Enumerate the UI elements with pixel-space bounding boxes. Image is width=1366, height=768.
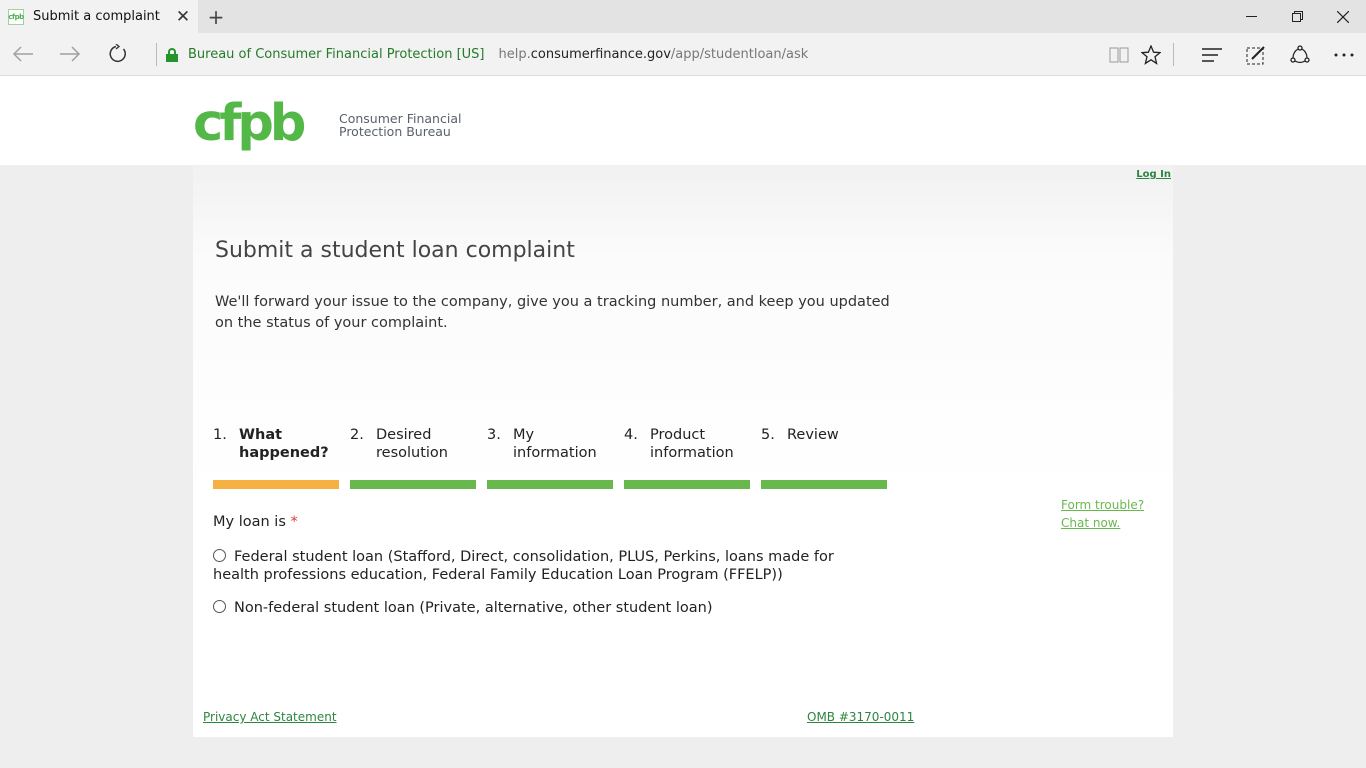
non-federal-loan-option[interactable]: Non-federal student loan (Private, alter… — [213, 599, 873, 617]
org-name-line2: Protection Bureau — [339, 124, 451, 139]
url-prefix: help. — [498, 47, 531, 62]
tab-title: Submit a complaint — [33, 9, 160, 24]
federal-loan-label: Federal student loan (Stafford, Direct, … — [213, 549, 834, 583]
tab-bar: cfpb Submit a complaint ✕ + — [0, 0, 1366, 33]
step-progress-bar — [761, 480, 887, 489]
back-icon[interactable] — [7, 38, 39, 70]
step-label: What — [239, 427, 283, 443]
more-icon[interactable] — [1324, 33, 1364, 76]
favicon-icon: cfpb — [8, 8, 24, 25]
page-title: Submit a student loan complaint — [215, 238, 575, 263]
address-bar[interactable]: Bureau of Consumer Financial Protection … — [166, 33, 808, 76]
help-links: Form trouble? Chat now. — [1061, 496, 1144, 532]
restore-icon[interactable] — [1274, 0, 1320, 33]
form-trouble-link[interactable]: Form trouble? — [1061, 496, 1144, 514]
refresh-icon[interactable] — [102, 38, 134, 70]
federal-loan-option[interactable]: Federal student loan (Stafford, Direct, … — [213, 548, 873, 584]
site-identity: Bureau of Consumer Financial Protection … — [188, 47, 485, 62]
step-label: Review — [787, 427, 839, 443]
hub-icon[interactable] — [1192, 33, 1232, 76]
login-link[interactable]: Log In — [1136, 169, 1171, 180]
navigation-bar: Bureau of Consumer Financial Protection … — [0, 33, 1366, 76]
close-window-icon[interactable] — [1320, 0, 1366, 33]
minimize-icon[interactable] — [1228, 0, 1274, 33]
web-note-icon[interactable] — [1236, 33, 1276, 76]
step-product-information[interactable]: 4. Product information — [624, 426, 761, 489]
step-label: information — [650, 445, 734, 461]
new-tab-icon[interactable]: + — [201, 0, 231, 33]
complaint-form-panel: Log In Submit a student loan complaint W… — [193, 165, 1173, 737]
favorite-star-icon[interactable] — [1131, 33, 1171, 76]
step-label: information — [513, 445, 597, 461]
step-label: resolution — [376, 445, 448, 461]
logo-wordmark: cfpb — [193, 94, 305, 153]
privacy-act-link[interactable]: Privacy Act Statement — [203, 710, 337, 724]
progress-steps: 1. What happened? 2. Desired resolution 3.… — [213, 426, 898, 489]
step-label: Desired — [376, 427, 432, 443]
step-progress-bar — [213, 480, 339, 489]
step-what-happened[interactable]: 1. What happened? — [213, 426, 350, 489]
site-header: cfpb Consumer Financial Protection Burea… — [0, 76, 1366, 165]
step-progress-bar — [487, 480, 613, 489]
step-label: happened? — [239, 445, 329, 461]
step-number: 1. — [213, 427, 227, 443]
non-federal-loan-label: Non-federal student loan (Private, alter… — [234, 600, 713, 616]
url-path: /app/studentloan/ask — [670, 47, 809, 62]
step-review[interactable]: 5. Review — [761, 426, 898, 489]
loan-type-label: My loan is * — [213, 514, 298, 530]
federal-loan-radio[interactable] — [213, 549, 226, 562]
org-name: Consumer Financial Protection Bureau — [339, 112, 461, 138]
url-domain: consumerfinance.gov — [530, 47, 671, 62]
cfpb-logo[interactable]: cfpb — [193, 94, 328, 154]
non-federal-loan-radio[interactable] — [213, 600, 226, 613]
step-desired-resolution[interactable]: 2. Desired resolution — [350, 426, 487, 489]
step-number: 3. — [487, 427, 501, 443]
step-number: 2. — [350, 427, 364, 443]
step-number: 4. — [624, 427, 638, 443]
loan-type-label-text: My loan is — [213, 514, 286, 530]
forward-icon[interactable] — [54, 38, 86, 70]
omb-number-link[interactable]: OMB #3170-0011 — [807, 710, 914, 724]
lock-icon — [166, 47, 178, 62]
browser-tab[interactable]: cfpb Submit a complaint ✕ — [0, 0, 198, 33]
step-number: 5. — [761, 427, 775, 443]
close-tab-icon[interactable]: ✕ — [168, 7, 198, 27]
intro-text: We'll forward your issue to the company,… — [215, 294, 890, 331]
step-progress-bar — [350, 480, 476, 489]
required-marker: * — [290, 514, 298, 530]
step-progress-bar — [624, 480, 750, 489]
step-my-information[interactable]: 3. My information — [487, 426, 624, 489]
chat-now-link[interactable]: Chat now. — [1061, 514, 1144, 532]
step-label: Product — [650, 427, 706, 443]
step-label: My — [513, 427, 535, 443]
share-icon[interactable] — [1280, 33, 1320, 76]
